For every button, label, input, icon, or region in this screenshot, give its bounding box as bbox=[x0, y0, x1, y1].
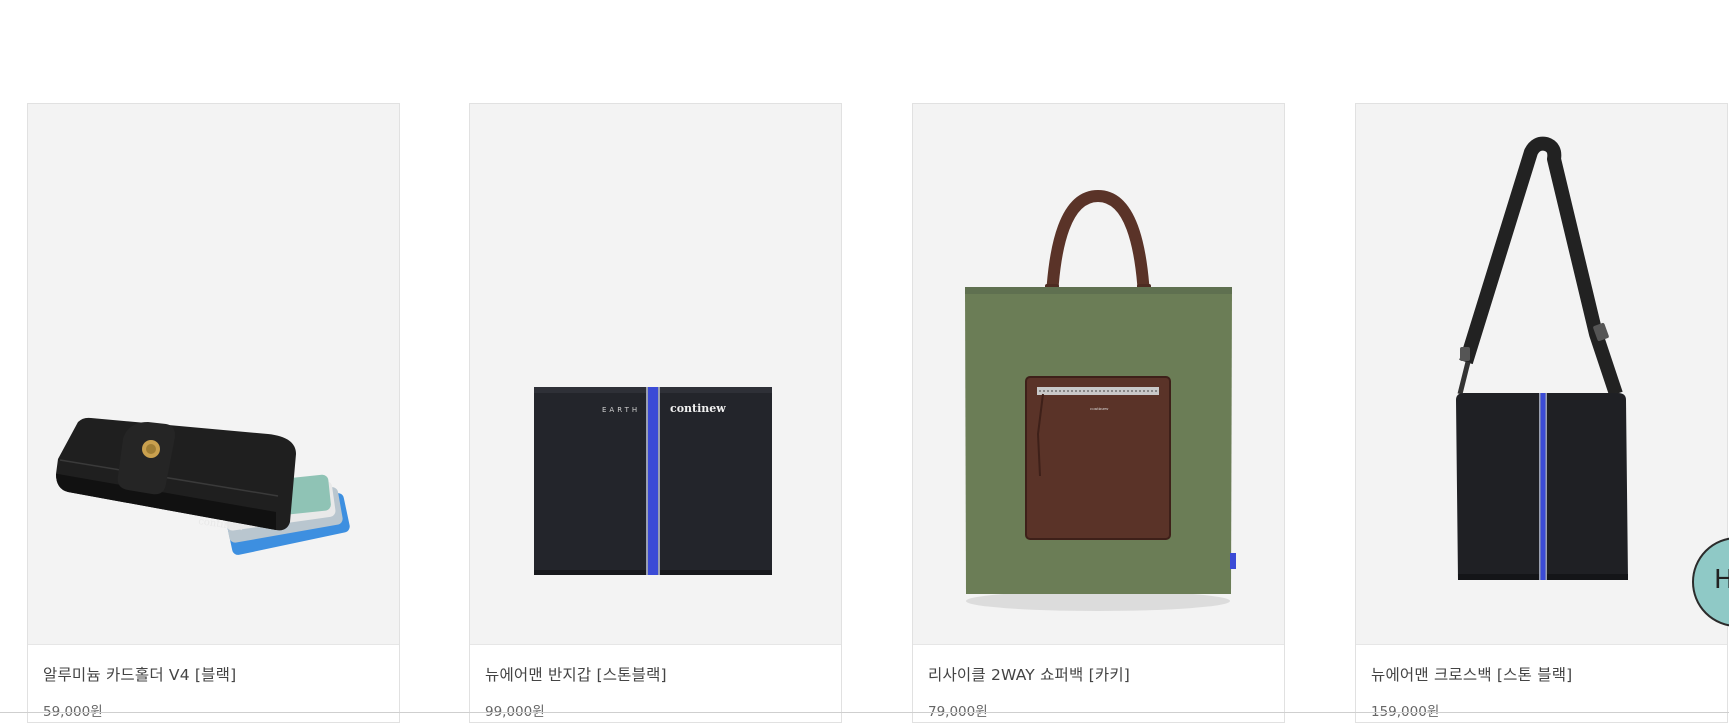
wallet-earth-text: EARTH bbox=[602, 406, 640, 414]
tote-bag-image: continew bbox=[965, 189, 1236, 611]
wallet-brand-text: continew bbox=[670, 402, 726, 415]
product-card-tote-bag[interactable]: continew 리사이클 2WAY 쇼퍼백 [카키] 79,000원 bbox=[912, 103, 1285, 723]
product-card-crossbody-bag[interactable]: 뉴에어맨 크로스백 [스톤 블랙] 159,000원 bbox=[1355, 103, 1728, 723]
bifold-wallet-image: EARTH continew bbox=[534, 387, 772, 575]
product-card-bifold-wallet[interactable]: EARTH continew 뉴에어맨 반지갑 [스톤블랙] 99,000원 bbox=[469, 103, 842, 723]
product-price: 79,000원 bbox=[928, 704, 988, 720]
tote-brand-text: continew bbox=[1090, 406, 1109, 411]
product-grid: continew 알루미늄 카드홀더 V4 [블랙] 59,000원 EARTH… bbox=[0, 0, 1729, 723]
product-name[interactable]: 뉴에어맨 크로스백 [스톤 블랙] bbox=[1371, 663, 1572, 685]
card-holder-image: continew bbox=[56, 417, 350, 555]
product-name[interactable]: 뉴에어맨 반지갑 [스톤블랙] bbox=[485, 663, 667, 685]
product-name[interactable]: 리사이클 2WAY 쇼퍼백 [카키] bbox=[928, 663, 1130, 685]
product-price: 159,000원 bbox=[1371, 704, 1440, 720]
product-image-crossbody-bag[interactable] bbox=[1356, 104, 1727, 645]
product-card-card-holder[interactable]: continew 알루미늄 카드홀더 V4 [블랙] 59,000원 bbox=[27, 103, 400, 723]
product-image-tote-bag[interactable]: continew bbox=[913, 104, 1284, 645]
product-image-card-holder[interactable]: continew bbox=[28, 104, 399, 645]
chat-button-label: H bbox=[1714, 565, 1729, 595]
product-image-bifold-wallet[interactable]: EARTH continew bbox=[470, 104, 841, 645]
product-name[interactable]: 알루미늄 카드홀더 V4 [블랙] bbox=[43, 663, 236, 685]
product-price: 99,000원 bbox=[485, 704, 545, 720]
product-price: 59,000원 bbox=[43, 704, 103, 720]
crossbody-bag-image bbox=[1456, 136, 1628, 580]
